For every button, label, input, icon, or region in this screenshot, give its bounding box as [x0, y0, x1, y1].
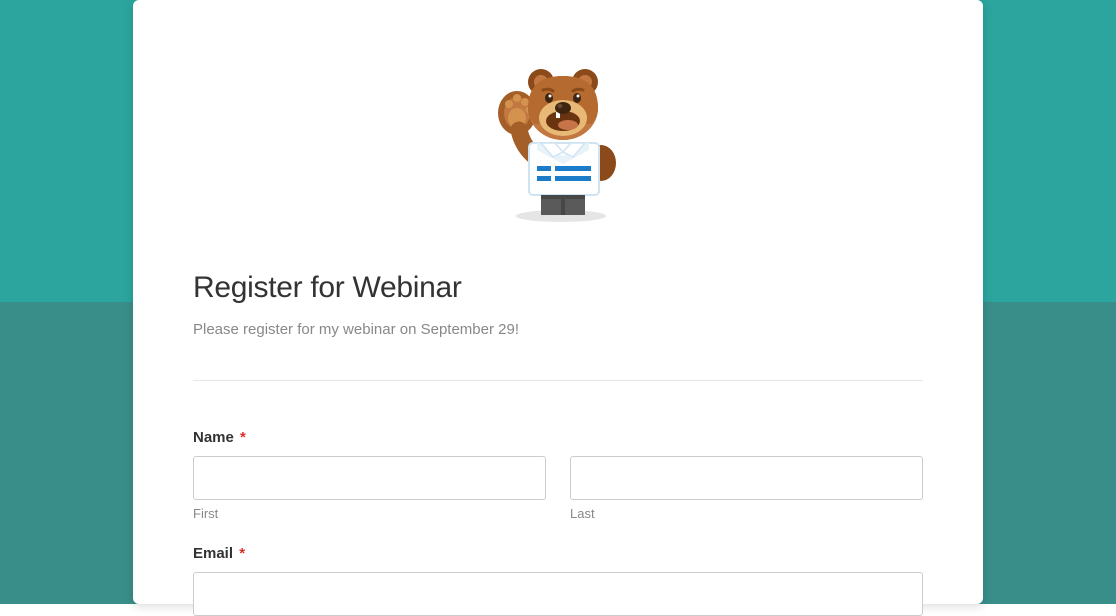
email-field-group: Email *	[193, 545, 923, 616]
form-card: Register for Webinar Please register for…	[133, 0, 983, 604]
form-title: Register for Webinar	[193, 271, 923, 305]
last-name-col: Last	[570, 456, 923, 521]
divider	[193, 380, 923, 381]
form-description: Please register for my webinar on Septem…	[193, 321, 923, 338]
required-asterisk: *	[240, 429, 246, 446]
name-label: Name *	[193, 429, 923, 446]
first-name-sublabel: First	[193, 506, 546, 521]
last-name-input[interactable]	[570, 456, 923, 500]
last-name-sublabel: Last	[570, 506, 923, 521]
first-name-col: First	[193, 456, 546, 521]
email-label-text: Email	[193, 545, 233, 562]
name-label-text: Name	[193, 429, 234, 446]
required-asterisk: *	[239, 545, 245, 562]
email-label: Email *	[193, 545, 923, 562]
email-input[interactable]	[193, 572, 923, 616]
name-row: First Last	[193, 456, 923, 521]
bear-mascot-icon	[481, 58, 636, 223]
first-name-input[interactable]	[193, 456, 546, 500]
form-logo	[193, 58, 923, 223]
name-field-group: Name * First Last	[193, 429, 923, 521]
